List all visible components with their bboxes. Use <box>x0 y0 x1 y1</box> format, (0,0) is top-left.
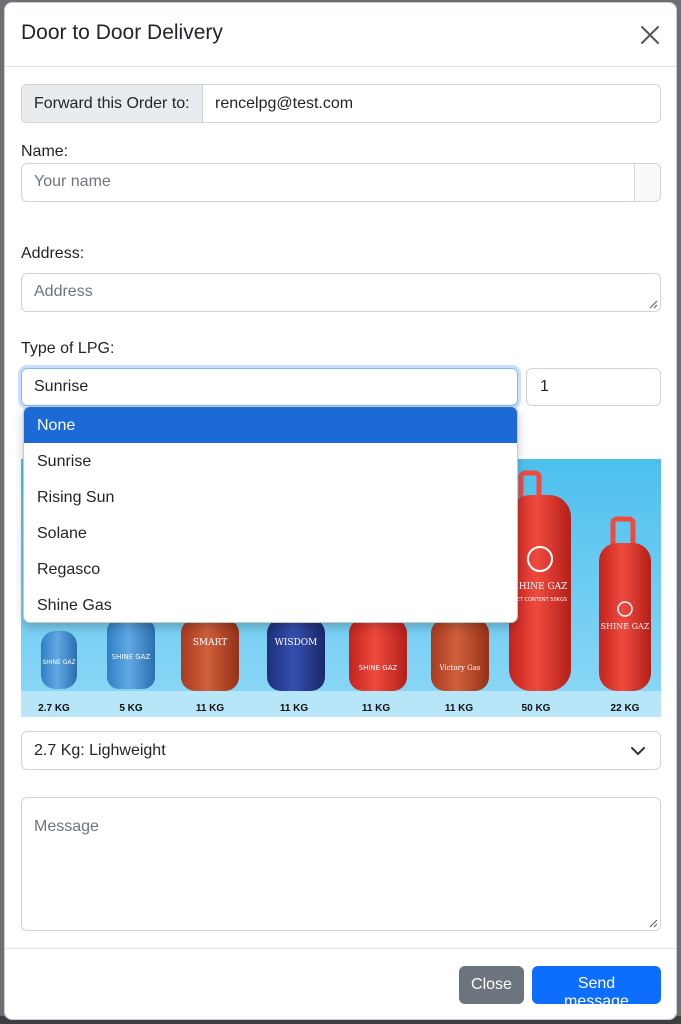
weight-label-5: 11 KG <box>362 703 391 714</box>
lpg-type-select[interactable]: Sunrise <box>21 368 518 406</box>
lpg-type-label: Type of LPG: <box>21 340 115 357</box>
modal-header: Door to Door Delivery <box>5 3 676 67</box>
close-button[interactable]: Close <box>459 966 524 1004</box>
cylinder-2-7kg: SHINE GAZ <box>41 631 77 689</box>
forward-email-field[interactable]: rencelpg@test.com <box>203 85 660 122</box>
resize-grip-icon[interactable] <box>648 918 658 928</box>
modal-footer: Close Send message <box>5 948 676 1019</box>
option-shine-gas[interactable]: Shine Gas <box>24 587 517 622</box>
address-textarea[interactable]: Address <box>21 273 661 312</box>
cylinder-11kg-wisdom: WISDOM <box>267 619 325 691</box>
cylinder-11kg-victory: Victory Gas <box>431 619 489 691</box>
weight-label-8: 22 KG <box>611 703 640 714</box>
weight-label-3: 11 KG <box>196 703 225 714</box>
resize-grip-icon[interactable] <box>648 299 658 309</box>
name-input[interactable]: Your name <box>21 163 661 202</box>
cylinder-5kg: SHINE GAZ <box>107 619 155 689</box>
cylinder-11kg-shinegaz: SHINE GAZ <box>349 619 407 691</box>
option-solane[interactable]: Solane <box>24 515 517 551</box>
cylinder-brand-3: SMART <box>193 638 228 648</box>
option-none[interactable]: None <box>24 407 517 443</box>
cylinder-brand-5: SHINE GAZ <box>359 664 398 672</box>
name-input-addon[interactable] <box>634 164 660 201</box>
weight-select[interactable]: 2.7 Kg: Lighweight <box>21 731 661 770</box>
close-x-icon[interactable] <box>638 23 662 47</box>
modal-title: Door to Door Delivery <box>21 21 223 44</box>
weight-label-1: 2.7 KG <box>38 703 70 714</box>
cylinder-brand-1: SHINE GAZ <box>42 659 75 666</box>
cylinder-50kg-net-content: NET CONTENT 50KGS <box>513 597 567 603</box>
lpg-type-dropdown: None Sunrise Rising Sun Solane Regasco S… <box>23 406 518 623</box>
option-rising-sun[interactable]: Rising Sun <box>24 479 517 515</box>
weight-label-2: 5 KG <box>119 703 143 714</box>
cylinder-11kg-smart: SMART <box>181 619 239 691</box>
cylinder-50kg: SHINE GAZ NET CONTENT 50KGS <box>509 470 571 691</box>
option-sunrise[interactable]: Sunrise <box>24 443 517 479</box>
delivery-modal: Door to Door Delivery Forward this Order… <box>4 2 677 1020</box>
cylinder-brand-7: SHINE GAZ <box>513 582 568 592</box>
weight-label-4: 11 KG <box>280 703 309 714</box>
forward-order-group: Forward this Order to: rencelpg@test.com <box>21 84 661 123</box>
address-label: Address: <box>21 245 85 262</box>
weight-select-value: 2.7 Kg: Lighweight <box>34 742 166 759</box>
chevron-down-icon <box>631 747 645 755</box>
quantity-input[interactable]: 1 <box>526 368 661 406</box>
name-placeholder: Your name <box>34 173 111 190</box>
cylinder-brand-2: SHINE GAZ <box>112 653 151 661</box>
option-regasco[interactable]: Regasco <box>24 551 517 587</box>
address-placeholder: Address <box>34 283 93 300</box>
cylinder-brand-4: WISDOM <box>275 638 318 648</box>
message-textarea[interactable]: Message <box>21 797 661 931</box>
send-message-button[interactable]: Send message <box>532 966 661 1010</box>
cylinder-brand-6: Victory Gas <box>438 664 480 672</box>
forward-order-label: Forward this Order to: <box>22 85 203 122</box>
weight-label-7: 50 KG <box>522 703 551 714</box>
message-placeholder: Message <box>34 818 99 835</box>
name-label: Name: <box>21 143 69 160</box>
cylinder-brand-8: SHINE GAZ <box>601 622 650 631</box>
weight-label-6: 11 KG <box>445 703 474 714</box>
